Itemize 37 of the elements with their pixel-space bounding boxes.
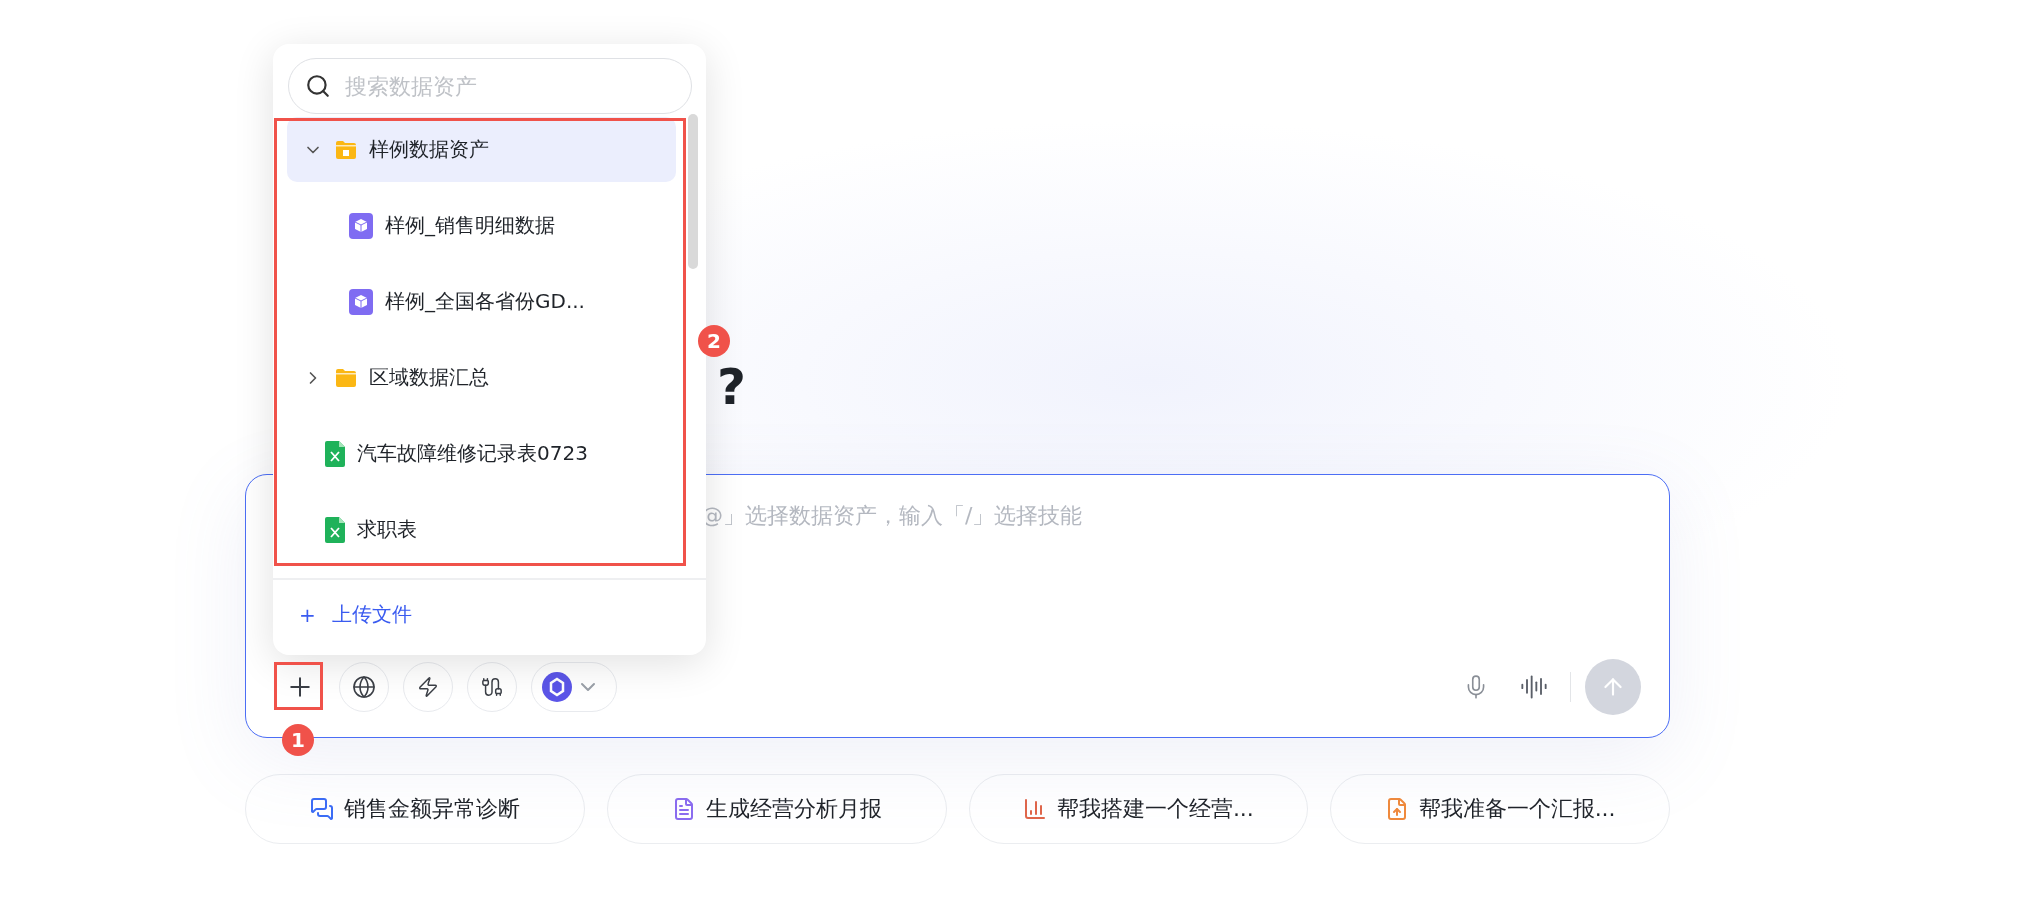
suggestion-chip[interactable]: 生成经营分析月报: [606, 774, 947, 844]
question-mark: ?: [717, 357, 746, 418]
folder-building-icon: [335, 139, 357, 160]
asset-name: 汽车故障维修记录表0723: [357, 440, 588, 467]
globe-button[interactable]: [339, 662, 389, 712]
globe-icon: [352, 675, 376, 699]
asset-name: 区域数据汇总: [369, 364, 489, 391]
asset-name: 样例_全国各省份GD...: [385, 288, 585, 315]
model-logo-icon: [542, 672, 572, 702]
asset-row[interactable]: 区域数据汇总: [287, 345, 676, 410]
suggestion-chip[interactable]: 帮我搭建一个经营...: [968, 774, 1309, 844]
lightning-button[interactable]: [403, 662, 453, 712]
suggestion-chip[interactable]: 帮我准备一个汇报...: [1330, 774, 1670, 844]
lightning-icon: [417, 676, 439, 698]
asset-name: 样例_销售明细数据: [385, 212, 555, 239]
suggestion-chip[interactable]: 销售金额异常诊断: [245, 774, 585, 844]
model-selector[interactable]: [531, 662, 617, 712]
plug-icon: [481, 676, 503, 698]
asset-name: 求职表: [357, 516, 417, 543]
plug-button[interactable]: [467, 662, 517, 712]
asset-row[interactable]: 样例_销售明细数据: [287, 193, 676, 258]
asset-row[interactable]: 求职表: [287, 497, 676, 562]
scrollbar[interactable]: [688, 114, 698, 269]
search-icon: [305, 73, 331, 99]
spreadsheet-icon: [325, 516, 345, 543]
asset-row[interactable]: 样例_全国各省份GD...: [287, 269, 676, 334]
step-badge: 2: [698, 325, 730, 357]
folder-icon: [335, 367, 357, 388]
upload-file-link[interactable]: + 上传文件: [273, 579, 706, 650]
asset-row[interactable]: 样例数据资产: [287, 117, 676, 182]
cube-icon: [349, 288, 373, 315]
spreadsheet-icon: [325, 440, 345, 467]
cube-icon: [349, 212, 373, 239]
step-badge: 1: [282, 724, 314, 756]
highlight-frame: [274, 662, 323, 710]
asset-name: 样例数据资产: [369, 136, 489, 163]
sound-wave-icon: [1519, 673, 1548, 701]
